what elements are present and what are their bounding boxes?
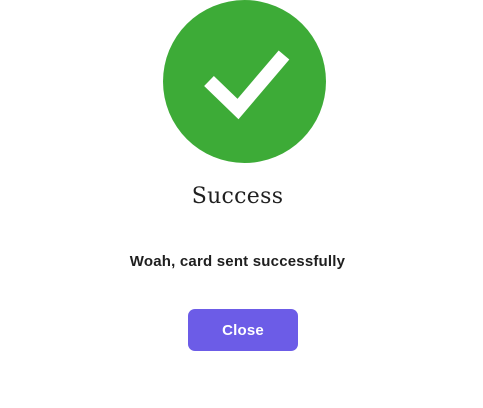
close-button[interactable]: Close: [188, 309, 298, 351]
dialog-title: Success: [191, 184, 284, 209]
dialog-message: Woah, card sent successfully: [129, 253, 346, 270]
success-dialog: Success Woah, card sent successfully Clo…: [0, 0, 483, 408]
success-badge: [163, 0, 326, 163]
checkmark-icon: [204, 50, 290, 120]
